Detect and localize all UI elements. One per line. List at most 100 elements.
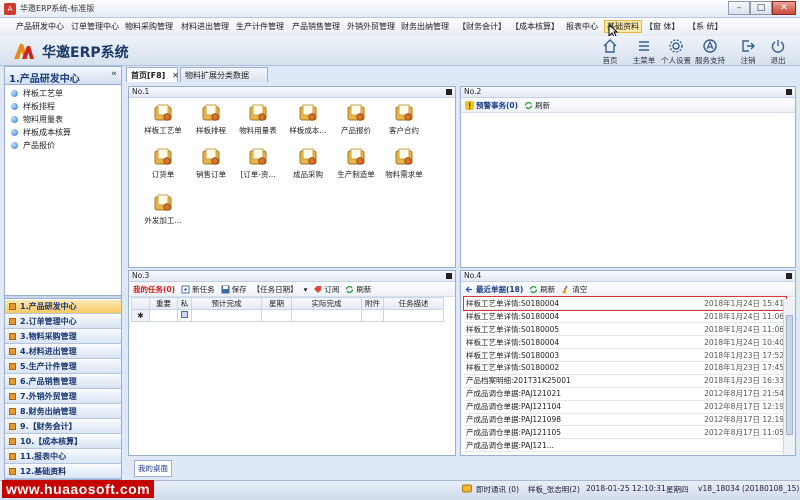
- column-header[interactable]: 重要: [149, 297, 178, 310]
- shortcut-item[interactable]: 物料用量表: [233, 103, 283, 136]
- scrollbar-thumb[interactable]: [786, 315, 793, 435]
- menu-item[interactable]: 报表中心: [566, 21, 598, 32]
- table-row[interactable]: 产成品调仓单据:PAJ121105 2012年8月17日 11:05: [464, 425, 786, 440]
- personal-settings-button[interactable]: 个人设置: [658, 38, 694, 66]
- table-cell[interactable]: [291, 309, 362, 322]
- column-header[interactable]: 附件: [361, 297, 384, 310]
- table-row[interactable]: 样板工艺单详情:S0180004 2018年1月24日 15:41: [463, 296, 787, 311]
- menu-item[interactable]: 产品研发中心: [16, 21, 64, 32]
- tab-home[interactable]: 首页[F8] ✕: [126, 67, 179, 82]
- sidebar-item[interactable]: 物料用量表: [5, 113, 121, 126]
- tab-material-ext[interactable]: 物料扩展分类数据: [180, 67, 268, 82]
- table-cell[interactable]: [191, 309, 262, 322]
- maximize-panel-icon[interactable]: [786, 273, 792, 279]
- menu-item[interactable]: 【成本核算】: [511, 21, 559, 32]
- sidebar-splitter[interactable]: [5, 295, 121, 299]
- column-header[interactable]: 预计完成: [191, 297, 262, 310]
- menu-item[interactable]: 材料进出管理: [181, 21, 229, 32]
- shortcut-item[interactable]: [订单-资...: [233, 147, 283, 180]
- home-button[interactable]: 首页: [592, 38, 628, 66]
- task-date-button[interactable]: 【任务日期】: [253, 284, 298, 295]
- table-cell[interactable]: [177, 309, 192, 322]
- menu-item[interactable]: 【财务会计】: [458, 21, 506, 32]
- category-item[interactable]: 6.产品销售管理: [5, 375, 121, 389]
- table-cell[interactable]: [383, 309, 444, 322]
- scrollbar[interactable]: [783, 299, 795, 455]
- maximize-button[interactable]: □: [750, 1, 772, 15]
- category-item[interactable]: 2.订单管理中心: [5, 315, 121, 329]
- tab-my-desktop[interactable]: 我的桌面: [134, 460, 172, 477]
- subscribe-button[interactable]: 订阅: [313, 284, 339, 295]
- dropdown-icon[interactable]: ▾: [304, 285, 308, 294]
- column-header[interactable]: 实际完成: [291, 297, 362, 310]
- sidebar-item[interactable]: 产品报价: [5, 139, 121, 152]
- collapse-icon[interactable]: «: [111, 69, 117, 79]
- save-button[interactable]: 保存: [221, 284, 247, 295]
- category-item[interactable]: 12.基础资料: [5, 465, 121, 479]
- menu-item[interactable]: 订单管理中心: [71, 21, 119, 32]
- alerts-button[interactable]: 预警事务(0): [465, 100, 518, 111]
- category-item[interactable]: 7.外销外贸管理: [5, 390, 121, 404]
- refresh-button[interactable]: 刷新: [529, 284, 555, 295]
- table-row[interactable]: 样板工艺单详情:S0180003 2018年1月23日 17:52: [464, 348, 786, 362]
- shortcut-item[interactable]: 订货单: [138, 147, 188, 180]
- category-item[interactable]: 1.产品研发中心: [5, 300, 121, 314]
- table-row[interactable]: 样板工艺单详情:S0180004 2018年1月24日 11:06: [464, 309, 786, 324]
- column-header[interactable]: 私: [177, 297, 192, 310]
- category-item[interactable]: 8.财务出纳管理: [5, 405, 121, 419]
- table-row[interactable]: 产成品调仓单据:PAJ121104 2012年8月17日 12:19: [464, 400, 786, 414]
- column-header[interactable]: 任务描述: [383, 297, 444, 310]
- menu-item[interactable]: 外销外贸管理: [347, 21, 395, 32]
- table-cell[interactable]: [261, 309, 292, 322]
- menu-item[interactable]: 产品销售管理: [292, 21, 340, 32]
- shortcut-item[interactable]: 样板成本...: [283, 103, 333, 136]
- menu-item[interactable]: 财务出纳管理: [401, 21, 449, 32]
- shortcut-item[interactable]: 样板工艺单: [138, 103, 188, 136]
- shortcut-item[interactable]: 销售订单: [186, 147, 236, 180]
- new-row[interactable]: ✱: [131, 309, 444, 322]
- table-cell[interactable]: [149, 309, 178, 322]
- shortcut-item[interactable]: 产品报价: [331, 103, 381, 136]
- table-row[interactable]: 产成品调仓单据:PAJ121021 2012年8月17日 21:54: [464, 387, 786, 401]
- close-tab-icon[interactable]: ✕: [172, 71, 179, 80]
- menu-item[interactable]: 【系 统】: [688, 21, 723, 32]
- shortcut-item[interactable]: 生产制造单: [331, 147, 381, 180]
- table-row[interactable]: 样板工艺单详情:S0180004 2018年1月24日 10:40: [464, 335, 786, 350]
- table-cell[interactable]: [361, 309, 384, 322]
- category-item[interactable]: 4.材料进出管理: [5, 345, 121, 359]
- column-header[interactable]: 星期: [261, 297, 292, 310]
- category-item[interactable]: 3.物料采购管理: [5, 330, 121, 344]
- category-item[interactable]: 10.【成本核算】: [5, 435, 121, 449]
- my-tasks-label[interactable]: 我的任务(0): [133, 284, 175, 295]
- close-button[interactable]: ✕: [772, 1, 796, 15]
- shortcut-item[interactable]: 物料需求单: [379, 147, 429, 180]
- table-row[interactable]: 产成品调仓单据:PAJ121...: [464, 438, 786, 453]
- maximize-panel-icon[interactable]: [446, 273, 452, 279]
- sidebar-item[interactable]: 样板排程: [5, 100, 121, 113]
- new-task-button[interactable]: 新任务: [181, 284, 215, 295]
- refresh-button[interactable]: 刷新: [524, 100, 550, 111]
- im-label[interactable]: 即时通讯 (0): [476, 484, 519, 495]
- menu-item[interactable]: 【窗 体】: [645, 21, 680, 32]
- category-item[interactable]: 11.报表中心: [5, 450, 121, 464]
- service-support-button[interactable]: 服务支持: [692, 38, 728, 66]
- table-row[interactable]: 产成品调仓单据:PAJ121098 2012年8月17日 12:19: [464, 413, 786, 427]
- maximize-panel-icon[interactable]: [786, 89, 792, 95]
- category-item[interactable]: 5.生产计件管理: [5, 360, 121, 374]
- shortcut-item[interactable]: 成品采购: [283, 147, 333, 180]
- clear-button[interactable]: 清空: [561, 284, 587, 295]
- menu-item[interactable]: 物料采购管理: [125, 21, 173, 32]
- exit-button[interactable]: 退出: [760, 38, 796, 66]
- menu-item[interactable]: 生产计件管理: [236, 21, 284, 32]
- shortcut-item[interactable]: 客户合约: [379, 103, 429, 136]
- shortcut-item[interactable]: 外发加工...: [138, 193, 188, 226]
- recent-docs-button[interactable]: 最近单据(18): [465, 284, 523, 295]
- category-item[interactable]: 9.【财务会计】: [5, 420, 121, 434]
- sidebar-item[interactable]: 样板工艺单: [5, 87, 121, 100]
- table-row[interactable]: 样板工艺单详情:S0180005 2018年1月24日 11:06: [464, 322, 786, 337]
- refresh-button[interactable]: 刷新: [345, 284, 371, 295]
- table-row[interactable]: 样板工艺单详情:S0180002 2018年1月23日 17:45: [464, 361, 786, 375]
- minimize-button[interactable]: –: [728, 1, 750, 15]
- shortcut-item[interactable]: 样板排程: [186, 103, 236, 136]
- maximize-panel-icon[interactable]: [446, 89, 452, 95]
